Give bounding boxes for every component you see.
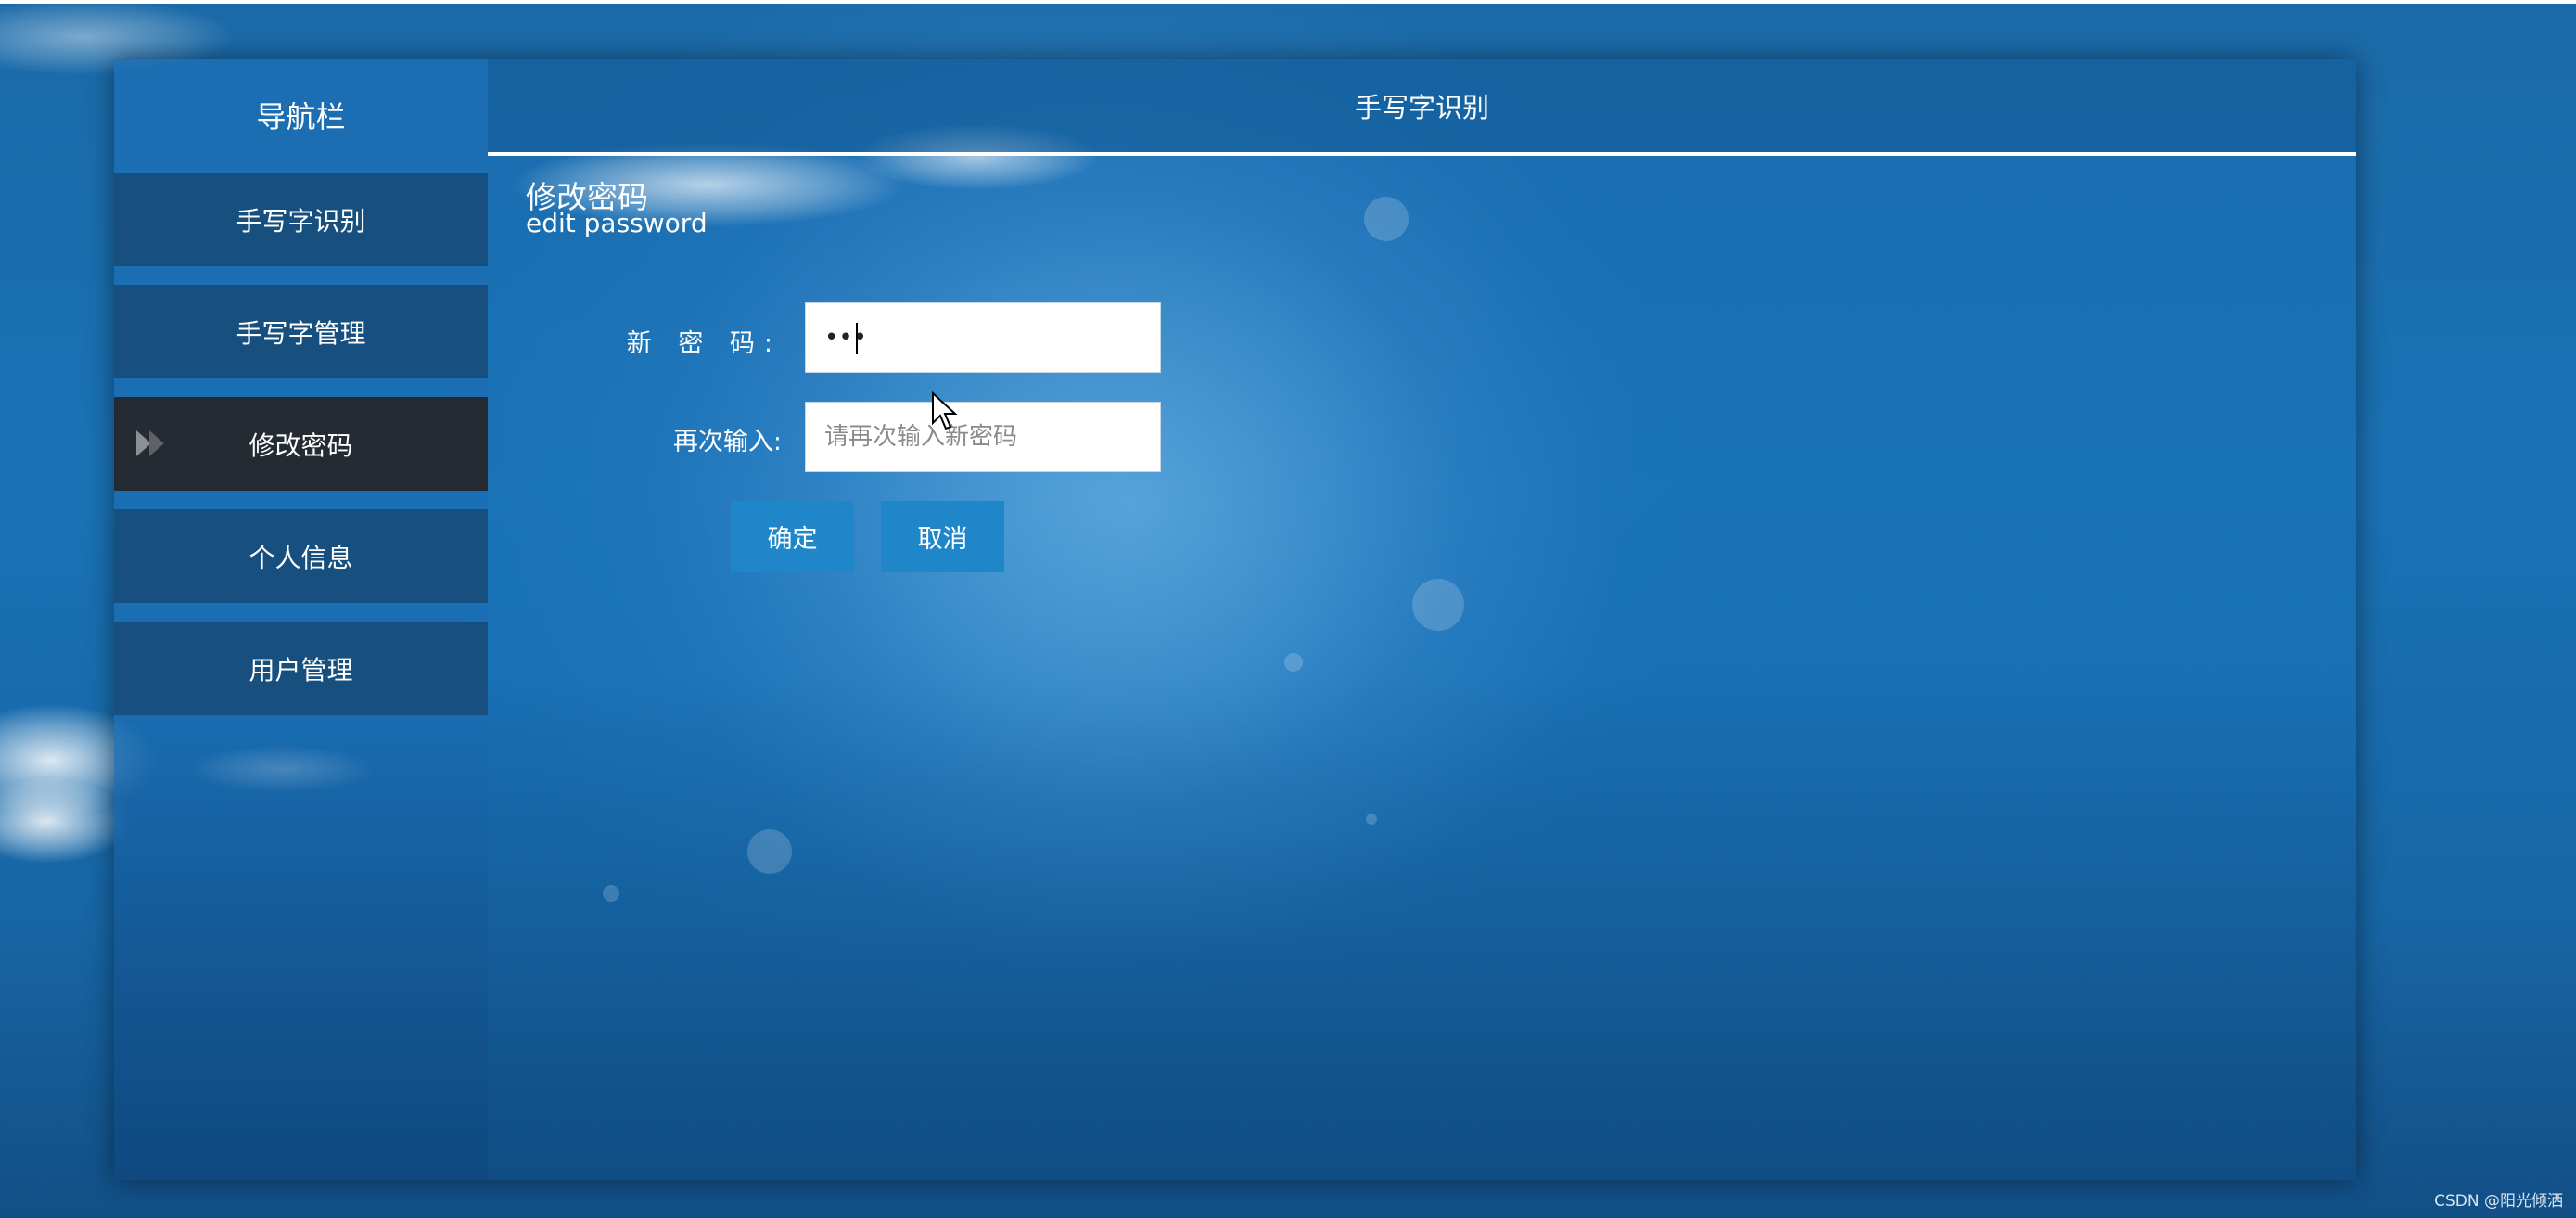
text-caret xyxy=(856,323,858,354)
confirm-password-label: 再次输入: xyxy=(672,428,782,456)
sidebar-item-user-management[interactable]: 用户管理 xyxy=(114,622,488,715)
mouse-pointer-icon xyxy=(931,391,958,432)
top-edge xyxy=(0,0,2576,4)
sidebar-item-label: 用户管理 xyxy=(249,654,353,686)
confirm-password-input[interactable] xyxy=(805,402,1161,472)
confirm-button[interactable]: 确定 xyxy=(731,501,854,572)
sidebar-item-handwriting-management[interactable]: 手写字管理 xyxy=(114,285,488,378)
sidebar: 导航栏 手写字识别 手写字管理 修改密码 个人信息 用户管理 xyxy=(114,59,488,1180)
main-panel: 导航栏 手写字识别 手写字管理 修改密码 个人信息 用户管理 手写字识别 修改密… xyxy=(114,59,2356,1180)
sidebar-item-handwriting-recognition[interactable]: 手写字识别 xyxy=(114,173,488,266)
sidebar-title: 导航栏 xyxy=(256,99,346,135)
sidebar-item-label: 手写字识别 xyxy=(236,205,366,237)
sidebar-item-change-password[interactable]: 修改密码 xyxy=(114,397,488,491)
sidebar-item-label: 修改密码 xyxy=(249,430,353,461)
sidebar-item-profile[interactable]: 个人信息 xyxy=(114,509,488,603)
watermark: CSDN @阳光倾洒 xyxy=(2434,1192,2563,1211)
sidebar-item-label: 个人信息 xyxy=(249,542,353,573)
new-password-label: 新 密 码: xyxy=(626,329,782,358)
arrow-right-icon xyxy=(136,430,170,456)
sidebar-item-label: 手写字管理 xyxy=(236,317,366,349)
new-password-input[interactable] xyxy=(805,302,1161,373)
form-subtitle: edit password xyxy=(526,208,708,238)
cancel-button[interactable]: 取消 xyxy=(881,501,1004,572)
